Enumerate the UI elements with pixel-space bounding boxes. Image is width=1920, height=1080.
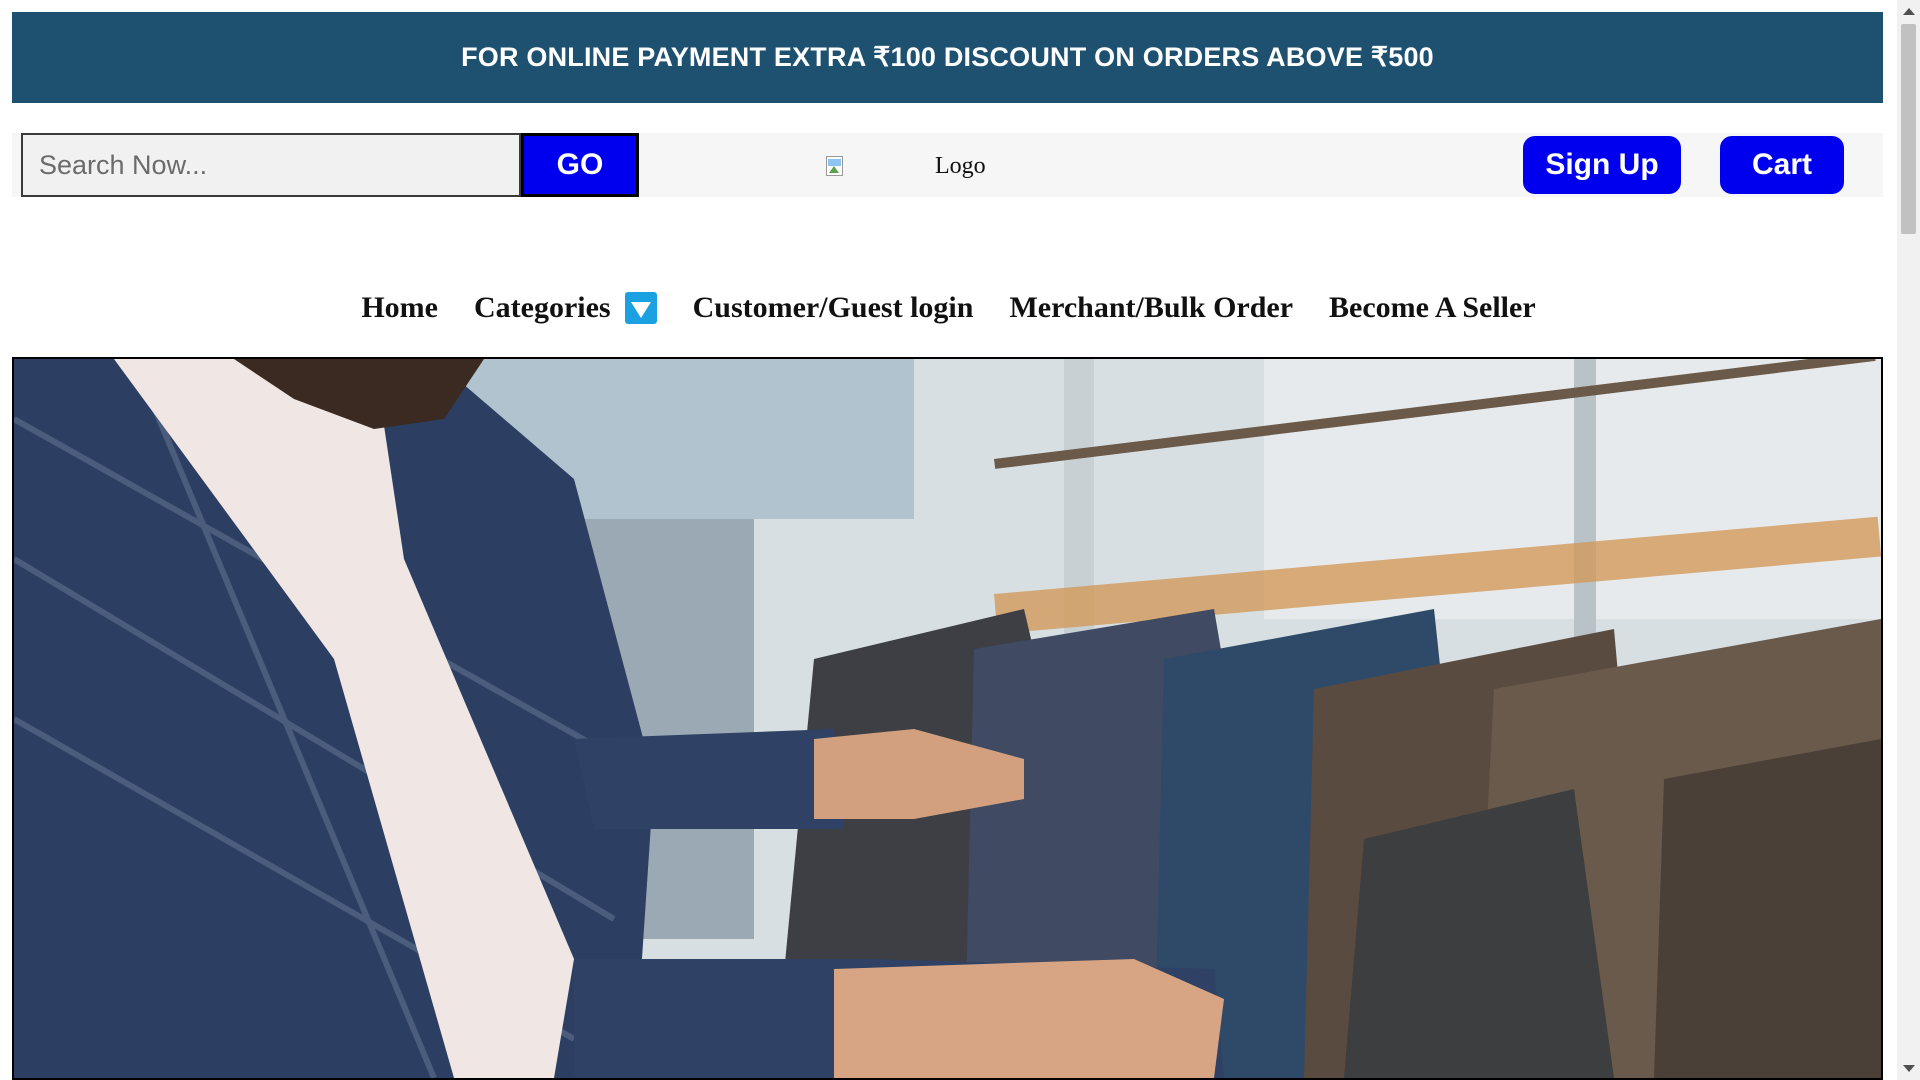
nav-merchant-bulk-order[interactable]: Merchant/Bulk Order: [1009, 291, 1293, 325]
logo[interactable]: Logo: [824, 151, 986, 181]
search-input[interactable]: [21, 133, 521, 197]
main-nav: Home Categories Customer/Guest login Mer…: [0, 286, 1897, 330]
nav-customer-guest-login[interactable]: Customer/Guest login: [693, 291, 974, 325]
broken-image-icon: [824, 154, 848, 178]
scroll-up-arrow-icon[interactable]: [1903, 8, 1915, 15]
hero-illustration: [14, 359, 1881, 1078]
nav-become-a-seller[interactable]: Become A Seller: [1329, 291, 1536, 325]
nav-merchant-bulk-order-label: Merchant/Bulk Order: [1009, 291, 1294, 324]
header-bar: GO Logo Sign Up Cart: [12, 133, 1883, 197]
dropdown-triangle-icon[interactable]: [624, 292, 657, 324]
nav-home-label: Home: [361, 291, 438, 324]
sign-up-button[interactable]: Sign Up: [1523, 136, 1681, 194]
logo-alt-text: Logo: [935, 152, 986, 179]
hero-image: [12, 357, 1883, 1080]
nav-categories-label: Categories: [473, 291, 611, 324]
nav-categories[interactable]: Categories: [474, 291, 657, 325]
promo-text: FOR ONLINE PAYMENT EXTRA ₹100 DISCOUNT O…: [461, 42, 1434, 72]
go-button[interactable]: GO: [521, 133, 639, 197]
nav-customer-guest-login-label: Customer/Guest login: [692, 291, 974, 324]
cart-button[interactable]: Cart: [1720, 136, 1844, 194]
scroll-down-arrow-icon[interactable]: [1903, 1065, 1915, 1072]
scroll-thumb[interactable]: [1901, 24, 1916, 234]
nav-become-a-seller-label: Become A Seller: [1329, 291, 1536, 324]
promo-banner: FOR ONLINE PAYMENT EXTRA ₹100 DISCOUNT O…: [12, 12, 1883, 103]
nav-home[interactable]: Home: [361, 291, 438, 325]
vertical-scrollbar[interactable]: [1897, 0, 1920, 1080]
